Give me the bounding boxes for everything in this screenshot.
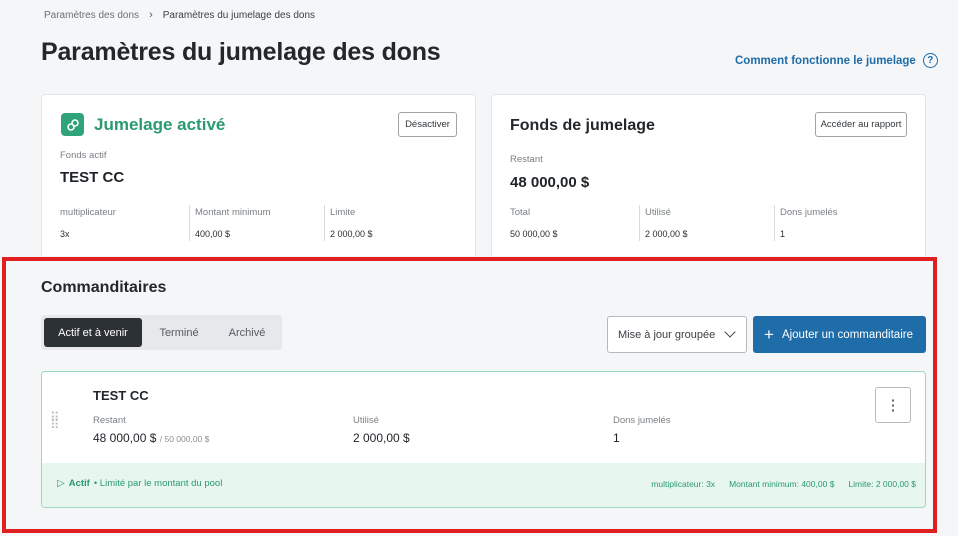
multiplier-value: 3x <box>60 229 70 239</box>
divider <box>324 205 325 241</box>
sponsor-used-value: 2 000,00 $ <box>353 431 410 445</box>
active-fund-label: Fonds actif <box>60 150 107 161</box>
more-options-icon[interactable]: ⋮ <box>875 387 911 423</box>
sponsor-status-label: Actif <box>68 478 90 489</box>
question-circle-icon: ? <box>922 53 938 68</box>
deactivate-button[interactable]: Désactiver <box>398 112 457 137</box>
minimum-amount-value: 400,00 $ <box>195 229 231 239</box>
sponsor-matched-value: 1 <box>613 431 620 445</box>
divider <box>774 205 775 241</box>
breadcrumb: Paramètres des dons › Paramètres du jume… <box>44 9 315 21</box>
breadcrumb-current: Paramètres du jumelage des dons <box>162 9 316 21</box>
matching-status-card: Jumelage activé Désactiver Fonds actif T… <box>41 94 476 264</box>
view-report-button[interactable]: Accéder au rapport <box>815 112 907 137</box>
sponsor-status: ▷ Actif • Limité par le montant du pool <box>57 478 222 489</box>
sponsor-remaining-amount: 48 000,00 $ <box>93 431 157 445</box>
limit-value: 2 000,00 $ <box>330 229 373 239</box>
add-sponsor-label: Ajouter un commanditaire <box>781 328 913 341</box>
fund-total-label: Total <box>510 207 531 218</box>
sponsor-card: ⠿ ⠿ TEST CC Restant 48 000,00 $ / 50 000,… <box>41 371 926 508</box>
bulk-update-label: Mise à jour groupée <box>618 328 716 341</box>
sponsor-multiplier: multiplicateur: 3x <box>651 479 716 489</box>
breadcrumb-parent-link[interactable]: Paramètres des dons <box>44 10 139 21</box>
fund-used-value: 2 000,00 $ <box>645 229 688 239</box>
sponsor-meta: multiplicateur: 3x Montant minimum: 400,… <box>651 479 916 489</box>
active-fund-value: TEST CC <box>60 169 125 186</box>
plus-icon: + <box>764 325 774 344</box>
bulk-update-select[interactable]: Mise à jour groupée <box>607 316 747 353</box>
add-sponsor-button[interactable]: + Ajouter un commanditaire <box>753 316 926 353</box>
minimum-amount-label: Montant minimum <box>195 207 271 218</box>
page: Paramètres des dons › Paramètres du jume… <box>0 0 958 536</box>
sponsor-limit: Limite: 2 000,00 $ <box>848 479 916 489</box>
sponsor-remaining-value: 48 000,00 $ / 50 000,00 $ <box>93 431 209 445</box>
fund-used-label: Utilisé <box>645 207 671 218</box>
sponsor-name: TEST CC <box>93 388 149 403</box>
divider <box>189 205 190 241</box>
sponsor-tabs: Actif et à venir Terminé Archivé <box>41 315 282 350</box>
fund-card-title: Fonds de jumelage <box>510 117 655 134</box>
help-link[interactable]: Comment fonctionne le jumelage ? <box>735 53 938 68</box>
sponsor-minimum: Montant minimum: 400,00 $ <box>729 479 835 489</box>
tab-active-upcoming[interactable]: Actif et à venir <box>44 318 142 347</box>
multiplier-label: multiplicateur <box>60 207 116 218</box>
play-icon: ▷ <box>57 478 65 489</box>
tab-archived[interactable]: Archivé <box>214 318 280 347</box>
limit-label: Limite <box>330 207 356 218</box>
sponsor-matched-label: Dons jumelés <box>613 415 671 426</box>
matched-donations-value: 1 <box>780 229 786 239</box>
sponsors-title: Commanditaires <box>41 279 167 296</box>
link-icon <box>61 113 84 136</box>
divider <box>639 205 640 241</box>
fund-remaining-label: Restant <box>510 154 543 165</box>
matched-donations-label: Dons jumelés <box>780 207 838 218</box>
sponsor-used-label: Utilisé <box>353 415 379 426</box>
page-title: Paramètres du jumelage des dons <box>41 38 441 66</box>
chevron-right-icon: › <box>149 9 153 21</box>
matching-status-title: Jumelage activé <box>94 115 226 134</box>
matching-fund-card: Fonds de jumelage Accéder au rapport Res… <box>491 94 926 264</box>
drag-handle-icon[interactable]: ⠿ ⠿ <box>50 411 61 431</box>
fund-total-value: 50 000,00 $ <box>510 229 558 239</box>
sponsor-remaining-label: Restant <box>93 415 126 426</box>
sponsor-status-note: • Limité par le montant du pool <box>93 478 223 489</box>
sponsor-remaining-total: / 50 000,00 $ <box>159 434 210 444</box>
tab-completed[interactable]: Terminé <box>146 318 212 347</box>
fund-remaining-value: 48 000,00 $ <box>510 174 590 191</box>
help-link-label: Comment fonctionne le jumelage <box>735 54 916 67</box>
chevron-down-icon <box>724 326 736 338</box>
sponsor-footer: ▷ Actif • Limité par le montant du pool … <box>42 463 925 507</box>
